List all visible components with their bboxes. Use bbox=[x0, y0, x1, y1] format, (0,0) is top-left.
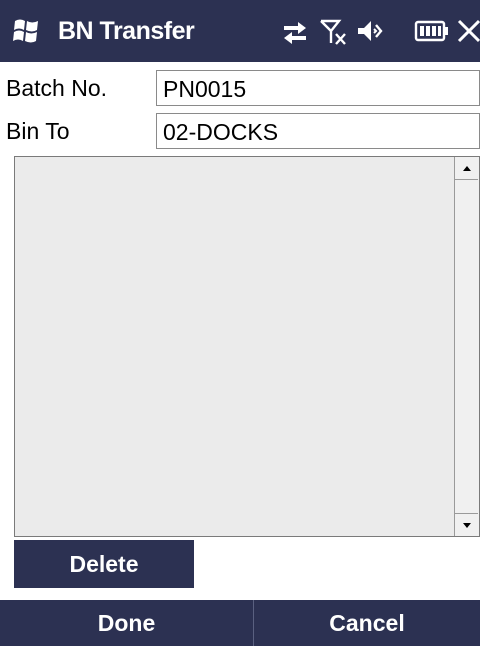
title-bar: BN Transfer bbox=[0, 0, 480, 62]
listbox-content[interactable] bbox=[15, 157, 456, 536]
battery-icon[interactable] bbox=[414, 16, 450, 46]
bin-to-field[interactable] bbox=[156, 113, 480, 149]
done-button[interactable]: Done bbox=[0, 600, 253, 646]
arrow-up-icon bbox=[463, 166, 471, 171]
scroll-down-button[interactable] bbox=[455, 513, 478, 536]
scroll-up-button[interactable] bbox=[455, 157, 478, 180]
close-icon[interactable] bbox=[456, 16, 480, 46]
vertical-scrollbar[interactable] bbox=[454, 157, 479, 536]
cancel-button[interactable]: Cancel bbox=[254, 600, 480, 646]
connectivity-icon[interactable] bbox=[280, 16, 310, 46]
no-signal-icon[interactable] bbox=[318, 16, 348, 46]
arrow-down-icon bbox=[463, 523, 471, 528]
batch-no-field[interactable] bbox=[156, 70, 480, 106]
bin-to-label: Bin To bbox=[6, 118, 70, 144]
speaker-icon[interactable] bbox=[355, 16, 385, 46]
batch-no-label: Batch No. bbox=[6, 75, 107, 101]
delete-button[interactable]: Delete bbox=[14, 540, 194, 588]
items-listbox[interactable] bbox=[14, 156, 480, 537]
windows-flag-icon[interactable] bbox=[12, 17, 42, 45]
window-title: BN Transfer bbox=[58, 17, 195, 45]
